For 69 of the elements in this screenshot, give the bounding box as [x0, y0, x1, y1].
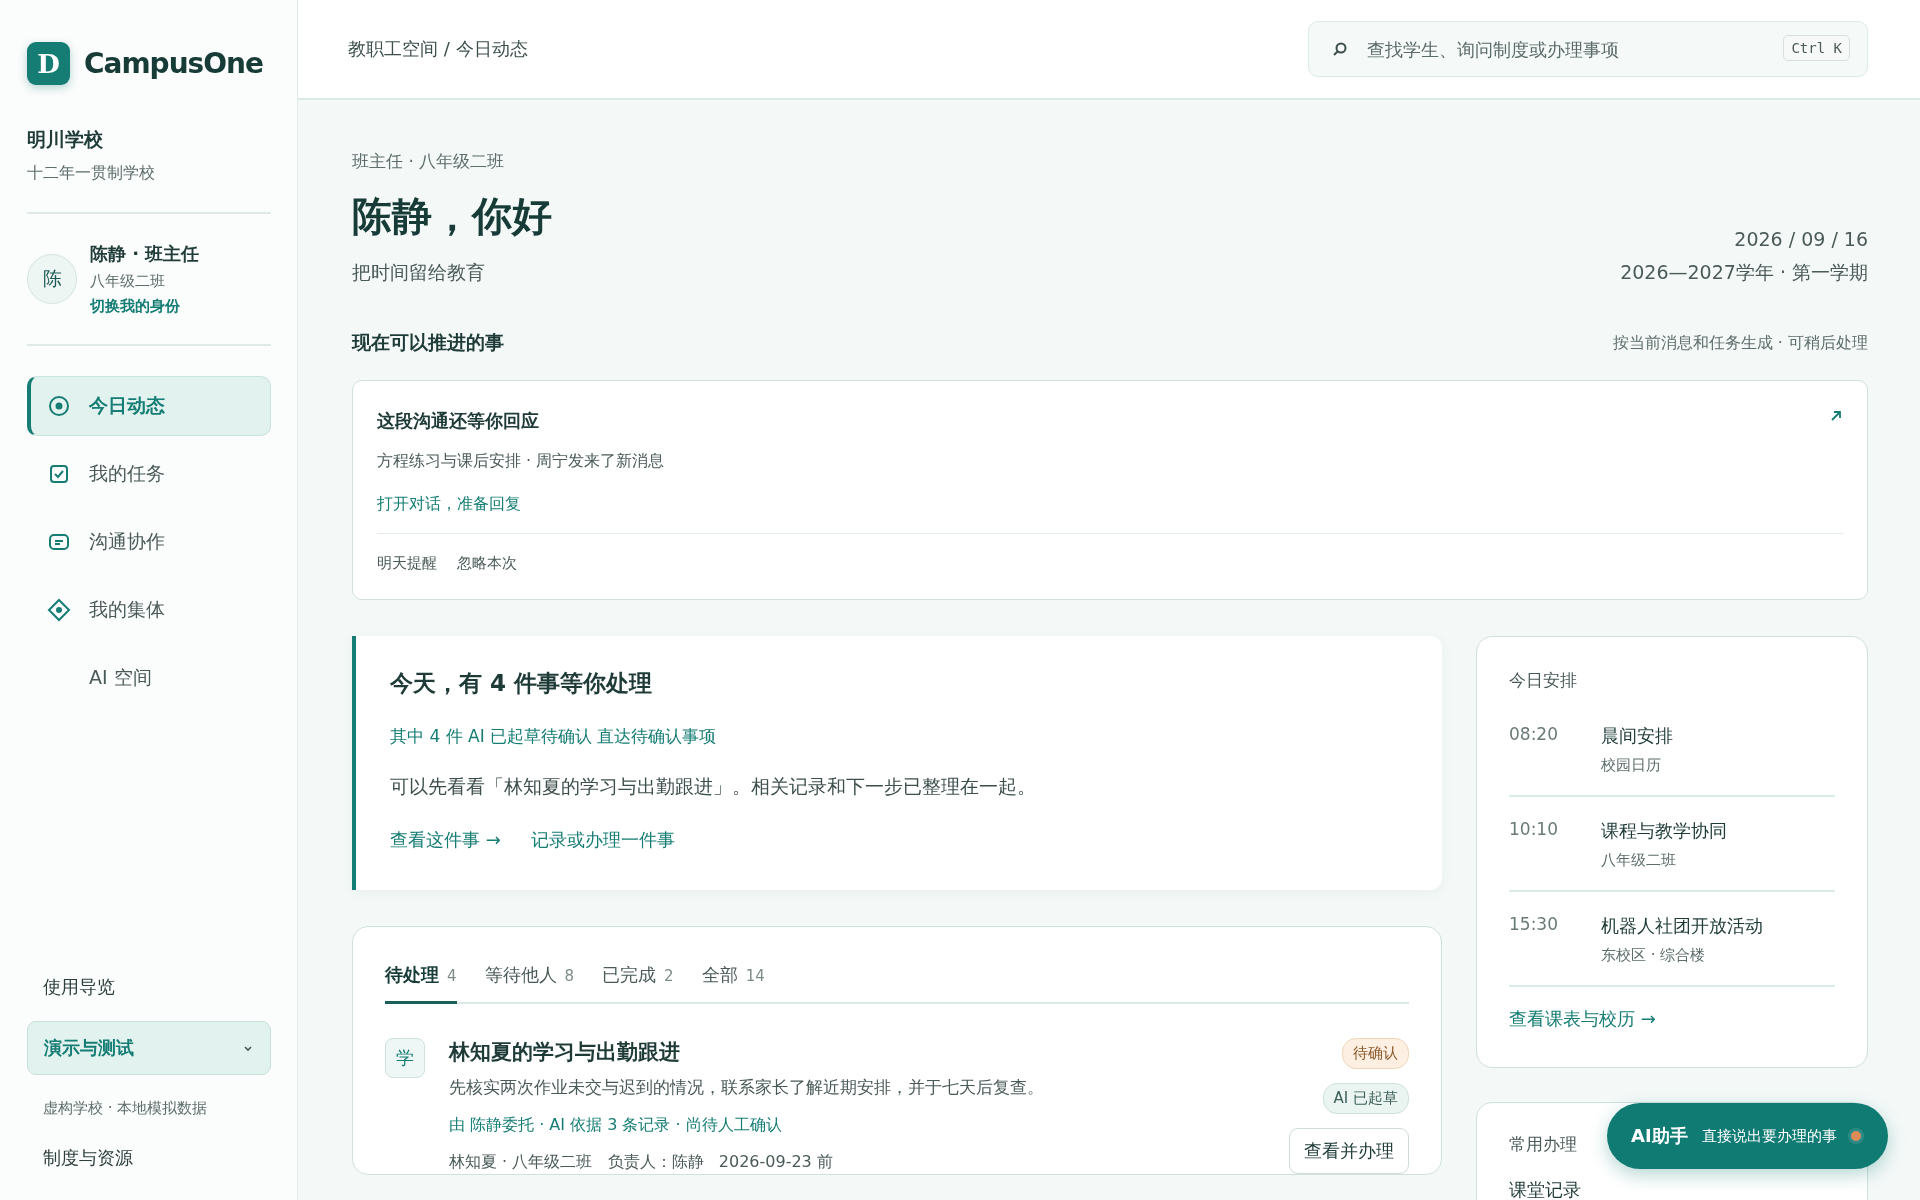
user-name: 陈静 · 班主任 — [90, 242, 200, 266]
schedule-title: 课程与教学协同 — [1601, 819, 1727, 843]
greeting: 陈静，你好 — [352, 192, 552, 241]
card-title: 常用办理 — [1509, 1133, 1577, 1156]
school-type: 十二年一贯制学校 — [27, 163, 156, 184]
user-avatar: 陈 — [27, 254, 77, 304]
brand-name: CampusOne — [84, 47, 263, 80]
schedule-place: 东校区 · 综合楼 — [1601, 946, 1707, 965]
calendar-link[interactable]: 查看课表与校历 → — [1509, 1008, 1656, 1029]
handle-button[interactable]: 查看并办理 — [1289, 1128, 1409, 1174]
search-icon — [1332, 41, 1348, 57]
demo-dropdown[interactable]: 演示与测试 — [27, 1021, 271, 1075]
subject-badge: 学 — [385, 1038, 425, 1078]
resources-link[interactable]: 制度与资源 — [27, 1146, 271, 1170]
focus-link[interactable]: 查看这件事 → — [390, 828, 501, 852]
status-tag: 待确认 — [1342, 1038, 1409, 1069]
card-title: 这段沟通还等你回应 — [377, 409, 539, 433]
guide-link[interactable]: 使用导览 — [27, 975, 271, 999]
schedule-place: 校园日历 — [1601, 756, 1662, 775]
secondary-action[interactable]: 忽略本次 — [457, 554, 517, 573]
schedule-time: 10:10 — [1509, 819, 1559, 841]
role-label: 班主任 · 八年级二班 — [352, 150, 506, 173]
task-summary: 先核实两次作业未交与迟到的情况，联系家长了解近期安排，并于七天后复查。 — [449, 1076, 1045, 1099]
user-class: 八年级二班 — [90, 272, 166, 291]
schedule-place: 八年级二班 — [1601, 851, 1677, 870]
ai-note: 其中 4 件 AI 已起草待确认 直达待确认事项 — [390, 725, 718, 748]
section-note: 按当前消息和任务生成 · 可稍后处理 — [1612, 332, 1868, 354]
secondary-action[interactable]: 明天提醒 — [377, 554, 437, 573]
task-tab[interactable]: 等待他人 8 — [484, 963, 575, 1004]
nav-item[interactable]: 今日动态 — [27, 376, 271, 436]
nav-item[interactable]: AI 空间 — [27, 648, 271, 708]
logo: D — [27, 42, 70, 85]
school-name: 明川学校 — [27, 127, 104, 152]
tagline: 把时间留给教育 — [352, 260, 486, 285]
task-tab[interactable]: 全部 14 — [701, 963, 765, 1004]
task-provenance: 由 陈静委托 · AI 依据 3 条记录 · 尚待人工确认 — [449, 1115, 783, 1136]
schedule-time: 08:20 — [1509, 724, 1559, 746]
schedule-title: 晨间安排 — [1601, 724, 1673, 748]
target-icon — [47, 394, 71, 418]
ai-assistant-button[interactable]: AI助手 直接说出要办理的事 — [1607, 1103, 1888, 1169]
task-tab[interactable]: 待处理 4 — [385, 963, 457, 1004]
task-title: 林知夏的学习与出勤跟进 — [449, 1039, 681, 1066]
task-tab[interactable]: 已完成 2 — [602, 963, 674, 1004]
schedule-title: 机器人社团开放活动 — [1601, 914, 1763, 938]
demo-note: 虚构学校 · 本地模拟数据 — [42, 1099, 209, 1118]
external-arrow-icon[interactable] — [1829, 409, 1843, 423]
assistant-label: AI助手 — [1631, 1124, 1688, 1148]
common-item[interactable]: 课堂记录 — [1509, 1178, 1581, 1200]
card-title: 今日安排 — [1509, 669, 1577, 692]
ai-tag: AI 已起草 — [1322, 1083, 1409, 1114]
nav-item[interactable]: 我的集体 — [27, 580, 271, 640]
breadcrumb: 教职工空间 / 今日动态 — [348, 37, 528, 61]
card-detail: 方程练习与课后安排 · 周宁发来了新消息 — [377, 451, 666, 472]
focus-title: 今天，有 4 件事等你处理 — [390, 669, 654, 698]
section-title: 现在可以推进的事 — [352, 330, 504, 355]
schedule-time: 15:30 — [1509, 914, 1559, 936]
reply-link[interactable]: 打开对话，准备回复 — [377, 494, 521, 513]
assistant-hint: 直接说出要办理的事 — [1701, 1126, 1837, 1146]
date: 2026 / 09 / 16 — [1734, 228, 1868, 250]
checkbox-icon — [47, 462, 71, 486]
term: 2026—2027学年 · 第一学期 — [1620, 260, 1868, 285]
switch-identity-link[interactable]: 切换我的身份 — [90, 297, 200, 316]
focus-text: 可以先看看「林知夏的学习与出勤跟进」。相关记录和下一步已整理在一起。 — [390, 774, 1037, 799]
focus-link[interactable]: 记录或办理一件事 — [530, 828, 675, 852]
task-meta: 林知夏 · 八年级二班 负责人：陈静 2026-09-23 前 — [449, 1152, 834, 1173]
nav-item[interactable]: 我的任务 — [27, 444, 271, 504]
nav-item[interactable]: 沟通协作 — [27, 512, 271, 572]
shortcut-key: Ctrl K — [1783, 35, 1850, 61]
diamond-icon — [47, 598, 71, 622]
